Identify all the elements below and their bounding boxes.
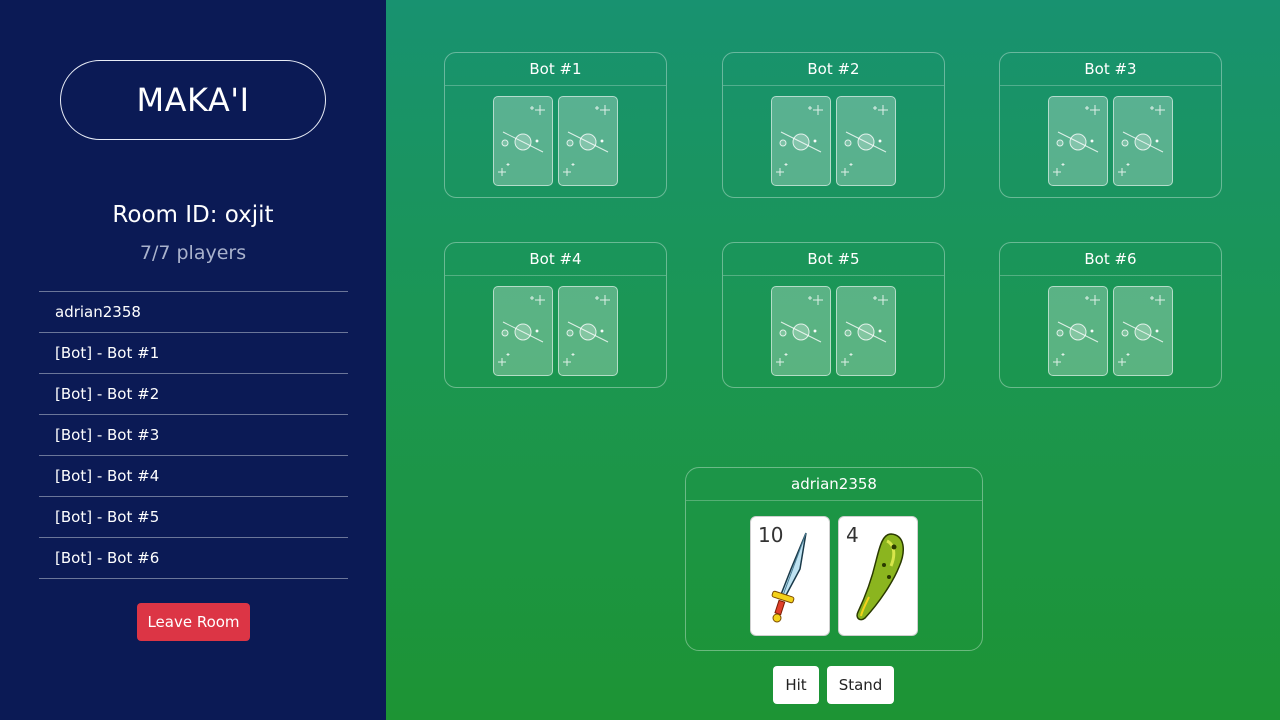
card-back <box>1048 96 1108 186</box>
card-back <box>771 286 831 376</box>
card-back <box>493 96 553 186</box>
planet-icon <box>841 295 888 366</box>
seat-hand <box>445 86 666 186</box>
bot-seat-1: Bot #1 <box>444 52 667 198</box>
player-list-item: [Bot] - Bot #5 <box>39 497 348 538</box>
app-logo: MAKA'I <box>60 60 326 140</box>
seat-hand <box>1000 86 1221 186</box>
bot-seat-3: Bot #3 <box>999 52 1222 198</box>
card-back <box>1048 286 1108 376</box>
player-list: adrian2358 [Bot] - Bot #1 [Bot] - Bot #2… <box>39 291 348 579</box>
player-list-item: [Bot] - Bot #6 <box>39 538 348 579</box>
planet-icon <box>1053 295 1100 366</box>
card-back <box>558 286 618 376</box>
room-id: Room ID: oxjit <box>112 202 274 228</box>
leave-room-button[interactable]: Leave Room <box>137 603 250 641</box>
seat-name: Bot #3 <box>1000 53 1221 86</box>
seat-hand <box>723 86 944 186</box>
seat-name: Bot #6 <box>1000 243 1221 276</box>
player-count: 7/7 players <box>139 242 247 264</box>
seat-name: Bot #2 <box>723 53 944 86</box>
sword-icon <box>771 532 807 623</box>
player-seat: adrian2358 10 4 <box>685 467 983 651</box>
planet-icon <box>776 105 823 176</box>
seat-name: Bot #1 <box>445 53 666 86</box>
card-back <box>771 96 831 186</box>
seat-name: Bot #4 <box>445 243 666 276</box>
player-list-item: [Bot] - Bot #1 <box>39 333 348 374</box>
planet-icon <box>1118 105 1165 176</box>
seat-hand <box>723 276 944 376</box>
seat-hand <box>445 276 666 376</box>
player-hand: 10 4 <box>686 501 982 636</box>
bot-seat-5: Bot #5 <box>722 242 945 388</box>
planet-icon <box>1118 295 1165 366</box>
hit-button[interactable]: Hit <box>773 666 819 704</box>
player-list-item: [Bot] - Bot #2 <box>39 374 348 415</box>
planet-icon <box>498 105 545 176</box>
sidebar: MAKA'I Room ID: oxjit 7/7 players adrian… <box>0 0 386 720</box>
card-back <box>836 286 896 376</box>
club-icon <box>856 533 904 621</box>
playing-card[interactable]: 4 <box>838 516 918 636</box>
planet-icon <box>563 295 610 366</box>
card-back <box>558 96 618 186</box>
bot-seat-4: Bot #4 <box>444 242 667 388</box>
card-back <box>493 286 553 376</box>
planet-icon <box>498 295 545 366</box>
playing-card[interactable]: 10 <box>750 516 830 636</box>
seat-hand <box>1000 276 1221 376</box>
bot-seat-6: Bot #6 <box>999 242 1222 388</box>
player-list-item: [Bot] - Bot #3 <box>39 415 348 456</box>
planet-icon <box>563 105 610 176</box>
card-back <box>1113 96 1173 186</box>
bot-seat-2: Bot #2 <box>722 52 945 198</box>
seat-name: Bot #5 <box>723 243 944 276</box>
card-back <box>1113 286 1173 376</box>
player-list-item: [Bot] - Bot #4 <box>39 456 348 497</box>
seat-name: adrian2358 <box>686 468 982 501</box>
player-list-item: adrian2358 <box>39 292 348 333</box>
planet-icon <box>841 105 888 176</box>
planet-icon <box>1053 105 1100 176</box>
planet-icon <box>776 295 823 366</box>
card-back <box>836 96 896 186</box>
game-table: Bot #1 Bot #2 Bot #3 Bot #4 Bot #5 Bot #… <box>386 0 1280 720</box>
stand-button[interactable]: Stand <box>827 666 894 704</box>
